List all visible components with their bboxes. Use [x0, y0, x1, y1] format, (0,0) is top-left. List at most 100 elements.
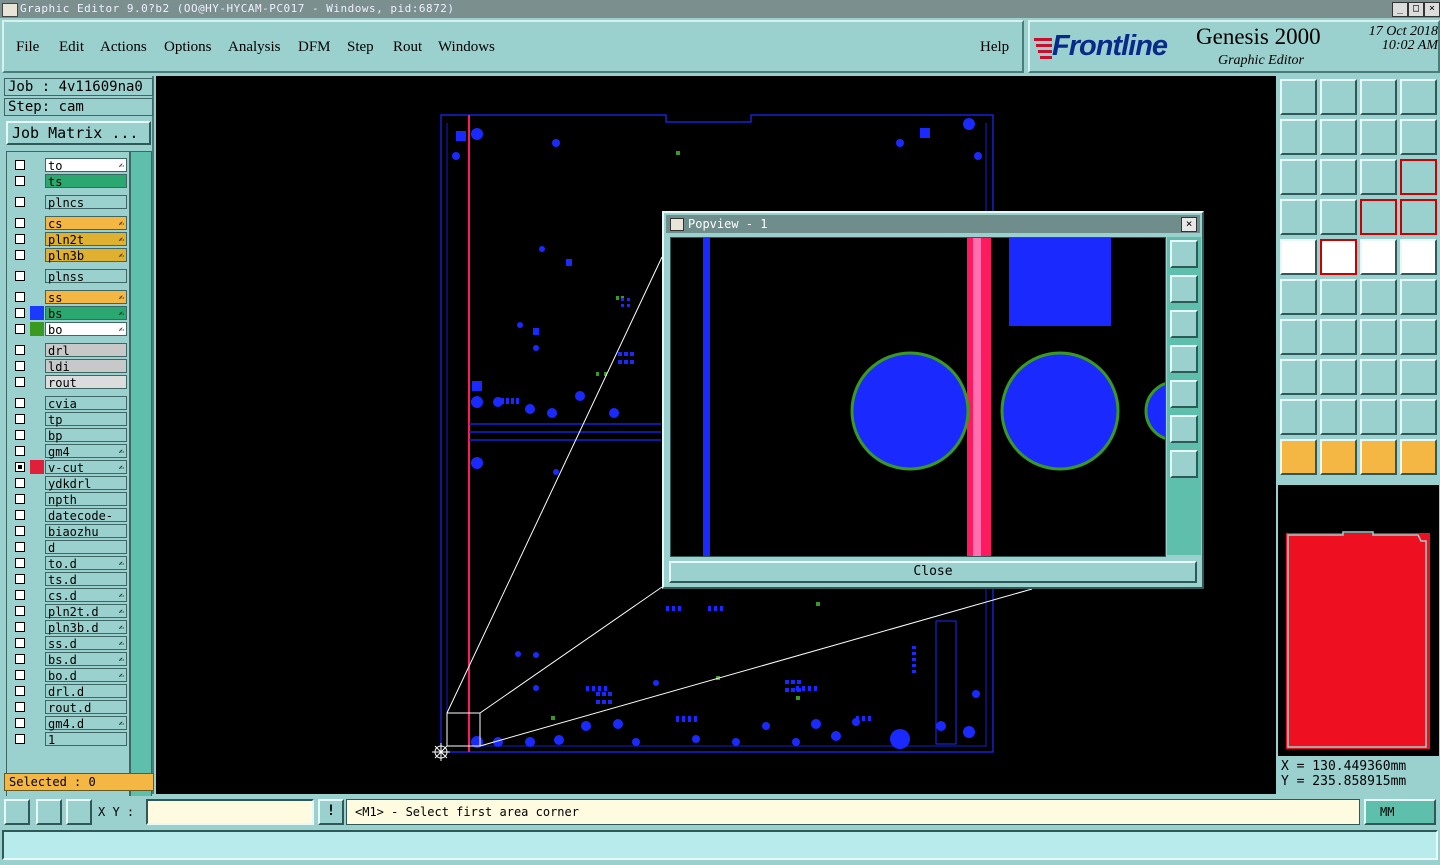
- save-icon[interactable]: [1320, 79, 1357, 115]
- menu-step[interactable]: Step: [347, 39, 374, 56]
- layer-name[interactable]: datecode-bs: [45, 508, 127, 537]
- layer-name[interactable]: cs ✍: [45, 216, 127, 231]
- layer-name[interactable]: gm4.d ✍: [45, 716, 127, 731]
- layer-checkbox[interactable]: [15, 526, 25, 536]
- menu-help[interactable]: Help: [980, 39, 1009, 56]
- split-view-icon[interactable]: [1400, 79, 1437, 115]
- layer-name[interactable]: to ✍: [45, 158, 127, 173]
- layer-checkbox[interactable]: [15, 292, 25, 302]
- select-pad-icon[interactable]: [1280, 359, 1317, 395]
- layer-name[interactable]: tp: [45, 412, 127, 427]
- layer-name[interactable]: bo.d ✍: [45, 668, 127, 683]
- layer-color-icon[interactable]: [1360, 199, 1397, 235]
- layer-name[interactable]: d: [45, 540, 127, 555]
- cross-icon[interactable]: [1320, 279, 1357, 315]
- layer-row[interactable]: pln3b.d ✍: [11, 620, 129, 635]
- layer-checkbox[interactable]: [15, 734, 25, 744]
- popview-zoom-home-icon[interactable]: [1170, 240, 1198, 268]
- layer-checkbox[interactable]: [15, 234, 25, 244]
- layer-name[interactable]: gm4 ✍: [45, 444, 127, 459]
- layer-checkbox[interactable]: [15, 510, 25, 520]
- ruler-icon[interactable]: [1280, 199, 1317, 235]
- layer-row[interactable]: biaozhu: [11, 524, 129, 539]
- rotate-icon[interactable]: [1360, 119, 1397, 155]
- connect-pads-icon[interactable]: [1280, 279, 1317, 315]
- layer-row[interactable]: tp: [11, 412, 129, 427]
- layer-name[interactable]: ldi: [45, 359, 127, 374]
- maximize-button[interactable]: □: [1408, 2, 1424, 17]
- layer-checkbox[interactable]: [15, 324, 25, 334]
- triangle-icon[interactable]: [1320, 399, 1357, 435]
- menu-rout[interactable]: Rout: [393, 39, 422, 56]
- xy-input[interactable]: [146, 799, 314, 825]
- layer-checkbox[interactable]: [15, 160, 25, 170]
- job-matrix-button[interactable]: Job Matrix ...: [6, 121, 151, 145]
- layer-row[interactable]: cs ✍: [11, 216, 129, 231]
- layer-select-icon[interactable]: [1400, 199, 1437, 235]
- minimize-button[interactable]: _: [1392, 2, 1408, 17]
- layer-checkbox[interactable]: [15, 638, 25, 648]
- layer-row[interactable]: bo ✍: [11, 322, 129, 337]
- layer-checkbox[interactable]: [15, 670, 25, 680]
- popview-pan-down-icon[interactable]: [1170, 310, 1198, 338]
- home-icon[interactable]: [1360, 79, 1397, 115]
- layer-row[interactable]: rout: [11, 375, 129, 390]
- resize-icon[interactable]: [1360, 359, 1397, 395]
- layer-row[interactable]: ydkdrl: [11, 476, 129, 491]
- layer-name[interactable]: to.d ✍: [45, 556, 127, 571]
- info-button[interactable]: !: [318, 799, 344, 825]
- layer-row[interactable]: ldi: [11, 359, 129, 374]
- layer-name[interactable]: cvia: [45, 396, 127, 411]
- layer-checkbox[interactable]: [15, 414, 25, 424]
- layer-row[interactable]: ss.d ✍: [11, 636, 129, 651]
- layer-checkbox[interactable]: [15, 250, 25, 260]
- layer-name[interactable]: v-cut ✍: [45, 460, 127, 475]
- layer-checkbox[interactable]: [15, 361, 25, 371]
- popview-close-icon[interactable]: ×: [1181, 217, 1197, 232]
- pan-left-icon[interactable]: [1280, 119, 1317, 155]
- layer-name[interactable]: ts: [45, 174, 127, 189]
- layer-row[interactable]: datecode-bs: [11, 508, 129, 537]
- layer-row[interactable]: v-cut ✍: [11, 460, 129, 475]
- layer-row[interactable]: gm4.d ✍: [11, 716, 129, 731]
- layer-checkbox[interactable]: [15, 494, 25, 504]
- popview-canvas[interactable]: [670, 237, 1206, 557]
- layer-checkbox[interactable]: [15, 345, 25, 355]
- layer-row[interactable]: to.d ✍: [11, 556, 129, 571]
- layer-row[interactable]: pln2t ✍: [11, 232, 129, 247]
- layer-checkbox[interactable]: [15, 478, 25, 488]
- pan-right-icon[interactable]: [1320, 119, 1357, 155]
- layer-row[interactable]: ts.d: [11, 572, 129, 587]
- cut-line-icon[interactable]: [1320, 359, 1357, 395]
- move-feature-icon[interactable]: [1400, 279, 1437, 315]
- layer-name[interactable]: rout.d: [45, 700, 127, 715]
- layer-name[interactable]: rout: [45, 375, 127, 390]
- snap-mode-button[interactable]: [4, 799, 30, 825]
- mirror-icon[interactable]: [1400, 119, 1437, 155]
- layer-row[interactable]: bo.d ✍: [11, 668, 129, 683]
- layer-row[interactable]: 1: [11, 732, 129, 747]
- layer-name[interactable]: cs.d ✍: [45, 588, 127, 603]
- layer-checkbox[interactable]: [15, 430, 25, 440]
- layer-checkbox[interactable]: [15, 308, 25, 318]
- grid-icon[interactable]: [1320, 199, 1357, 235]
- popview-pan-up-icon[interactable]: [1170, 275, 1198, 303]
- undo-arc-icon[interactable]: [1360, 319, 1397, 355]
- triangle-red-icon[interactable]: [1280, 399, 1317, 435]
- layer-row[interactable]: gm4 ✍: [11, 444, 129, 459]
- slope-line-icon[interactable]: [1320, 319, 1357, 355]
- layer-checkbox[interactable]: [15, 654, 25, 664]
- arch-icon[interactable]: [1360, 399, 1397, 435]
- layer-checkbox[interactable]: [15, 558, 25, 568]
- layer-row[interactable]: pln2t.d ✍: [11, 604, 129, 619]
- zoom-fit-icon[interactable]: [1280, 159, 1317, 195]
- layer-checkbox[interactable]: [15, 446, 25, 456]
- layer-name[interactable]: ts.d: [45, 572, 127, 587]
- layer-checkbox[interactable]: [15, 686, 25, 696]
- draw-line-icon[interactable]: [1320, 239, 1357, 275]
- angle-mode-button[interactable]: [36, 799, 62, 825]
- layer-checkbox[interactable]: [15, 176, 25, 186]
- route-icon[interactable]: [1400, 439, 1437, 475]
- layer-name[interactable]: ss ✍: [45, 290, 127, 305]
- select-arrow-icon[interactable]: [1280, 439, 1317, 475]
